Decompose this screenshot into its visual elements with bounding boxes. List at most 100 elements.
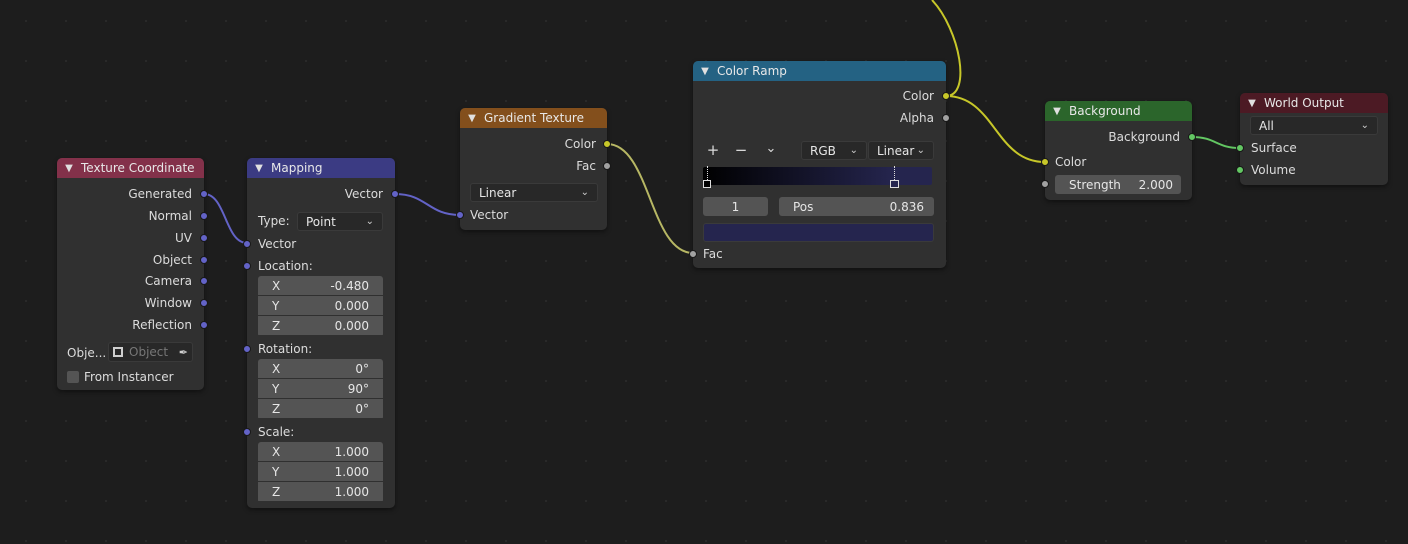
link-generated-to-vector[interactable]	[203, 193, 248, 244]
node-title: Color Ramp	[717, 64, 787, 78]
node-header[interactable]: ▼ Background	[1045, 101, 1192, 121]
socket-output-fac[interactable]	[603, 162, 611, 170]
gradient-type-value: Linear	[479, 185, 517, 200]
output-vector-label: Vector	[344, 187, 383, 201]
socket-camera[interactable]	[200, 277, 208, 285]
scale-label: Scale:	[258, 425, 295, 439]
node-title: Background	[1069, 104, 1141, 118]
rotation-x-field[interactable]: X 0°	[258, 359, 383, 378]
gradient-type-dropdown[interactable]: Linear ⌄	[470, 183, 598, 202]
chevron-down-icon[interactable]: ▼	[57, 163, 81, 174]
mapping-node[interactable]: ▼ Mapping Vector Type: Point ⌄ Vector Lo…	[243, 158, 399, 508]
active-stop-index[interactable]: 1	[703, 197, 768, 216]
socket-reflection[interactable]	[200, 321, 208, 329]
input-surface-label: Surface	[1251, 141, 1297, 155]
chevron-down-icon[interactable]: ▼	[460, 113, 484, 124]
socket-uv[interactable]	[200, 234, 208, 242]
chevron-down-icon[interactable]: ▼	[1045, 106, 1069, 117]
node-title: Mapping	[271, 161, 323, 175]
chevron-down-icon[interactable]: ▼	[1240, 98, 1264, 109]
node-header[interactable]: ▼ World Output	[1240, 93, 1388, 113]
stop-color-swatch[interactable]	[703, 223, 934, 242]
input-fac-label: Fac	[703, 247, 723, 261]
ramp-stop-line-1	[894, 166, 895, 180]
chevron-down-icon: ⌄	[916, 145, 925, 156]
chevron-down-icon[interactable]: ▼	[693, 66, 717, 77]
node-title: World Output	[1264, 96, 1344, 110]
socket-output-background[interactable]	[1188, 133, 1196, 141]
link-mapping-to-gradient[interactable]	[394, 193, 461, 216]
type-label: Type:	[258, 214, 290, 228]
socket-input-volume[interactable]	[1236, 166, 1244, 174]
stop-position-field[interactable]: Pos 0.836	[779, 197, 934, 216]
socket-window[interactable]	[200, 299, 208, 307]
socket-output-color[interactable]	[603, 140, 611, 148]
node-header[interactable]: ▼ Mapping	[247, 158, 395, 178]
object-icon	[113, 347, 123, 357]
rotation-y-field[interactable]: Y 90°	[258, 379, 383, 398]
link-gradient-color-to-fac[interactable]	[606, 143, 694, 254]
socket-generated[interactable]	[200, 190, 208, 198]
socket-normal[interactable]	[200, 212, 208, 220]
chevron-down-icon: ⌄	[365, 216, 374, 227]
scale-fields[interactable]: X 1.000 Y 1.000 Z 1.000	[258, 442, 383, 503]
node-header[interactable]: ▼ Color Ramp	[693, 61, 946, 81]
location-x-field[interactable]: X -0.480	[258, 276, 383, 295]
rotation-z-field[interactable]: Z 0°	[258, 399, 383, 418]
world-output-node[interactable]: ▼ World Output All ⌄ Surface Volume	[1236, 93, 1388, 185]
output-color-label: Color	[902, 89, 934, 103]
output-object: Object	[152, 253, 192, 267]
type-dropdown[interactable]: Point ⌄	[297, 212, 383, 231]
interpolation-dropdown[interactable]: Linear ⌄	[868, 141, 934, 160]
link-ramp-to-background[interactable]	[945, 95, 1046, 163]
output-target-dropdown[interactable]: All ⌄	[1250, 116, 1378, 135]
socket-input-strength[interactable]	[1041, 180, 1049, 188]
gradient-texture-node[interactable]: ▼ Gradient Texture Color Fac Linear ⌄ Ve…	[456, 108, 611, 230]
output-target-value: All	[1259, 118, 1274, 133]
strength-field[interactable]: Strength 2.000	[1055, 175, 1181, 194]
location-fields[interactable]: X -0.480 Y 0.000 Z 0.000	[258, 276, 383, 337]
location-z-field[interactable]: Z 0.000	[258, 316, 383, 335]
socket-output-color[interactable]	[942, 92, 950, 100]
add-stop-button[interactable]: +	[701, 140, 725, 160]
scale-z-field[interactable]: Z 1.000	[258, 482, 383, 501]
location-y-field[interactable]: Y 0.000	[258, 296, 383, 315]
interpolation-value: Linear	[877, 143, 915, 158]
rotation-fields[interactable]: X 0° Y 90° Z 0°	[258, 359, 383, 420]
socket-input-surface[interactable]	[1236, 144, 1244, 152]
object-placeholder: Object	[129, 345, 169, 359]
socket-input-color[interactable]	[1041, 158, 1049, 166]
location-label: Location:	[258, 259, 313, 273]
chevron-down-icon[interactable]: ▼	[247, 163, 271, 174]
output-color-label: Color	[564, 137, 596, 151]
node-header[interactable]: ▼ Texture Coordinate	[57, 158, 204, 178]
ramp-stop-marker-1[interactable]	[890, 180, 899, 188]
eyedropper-icon[interactable]: ✒	[179, 346, 188, 359]
ramp-menu-button[interactable]: ⌄	[759, 138, 783, 158]
color-mode-dropdown[interactable]: RGB ⌄	[801, 141, 867, 160]
scale-y-field[interactable]: Y 1.000	[258, 462, 383, 481]
output-normal: Normal	[148, 209, 192, 223]
socket-location[interactable]	[243, 262, 251, 270]
link-background-to-surface[interactable]	[1191, 136, 1241, 149]
remove-stop-button[interactable]: −	[729, 140, 753, 160]
texture-coordinate-node[interactable]: ▼ Texture Coordinate Generated Normal UV…	[57, 158, 208, 390]
object-picker-field[interactable]: Object ✒	[108, 342, 193, 362]
socket-scale[interactable]	[243, 428, 251, 436]
socket-input-vector[interactable]	[243, 240, 251, 248]
output-alpha-label: Alpha	[899, 111, 934, 125]
output-background-label: Background	[1108, 130, 1180, 144]
node-header[interactable]: ▼ Gradient Texture	[460, 108, 607, 128]
socket-output-alpha[interactable]	[942, 114, 950, 122]
socket-object[interactable]	[200, 256, 208, 264]
output-fac-label: Fac	[576, 159, 596, 173]
scale-x-field[interactable]: X 1.000	[258, 442, 383, 461]
ramp-stop-marker-0[interactable]	[703, 180, 711, 188]
socket-output-vector[interactable]	[391, 190, 399, 198]
socket-input-vector[interactable]	[456, 211, 464, 219]
background-node[interactable]: ▼ Background Background Color Strength 2…	[1041, 101, 1196, 200]
from-instancer-checkbox[interactable]	[67, 371, 79, 383]
socket-input-fac[interactable]	[689, 250, 697, 258]
socket-rotation[interactable]	[243, 345, 251, 353]
color-ramp-node[interactable]: ▼ Color Ramp Color Alpha + − ⌄ RGB ⌄ Lin…	[689, 61, 950, 268]
